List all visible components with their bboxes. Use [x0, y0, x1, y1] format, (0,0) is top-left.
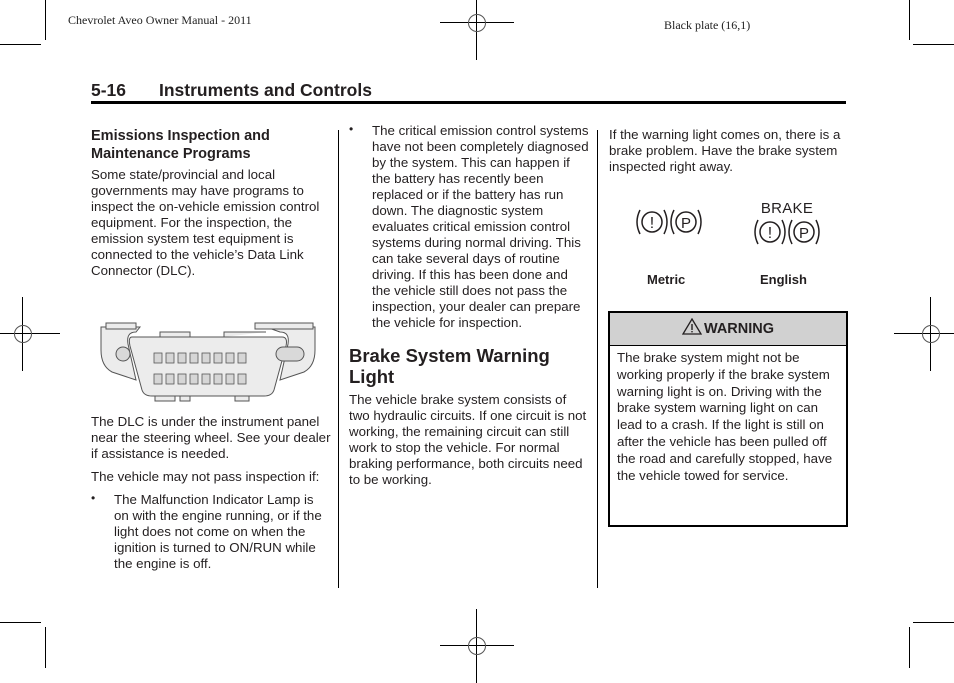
plate-label: Black plate (16,1) [664, 18, 751, 32]
bullet-text: The critical emission control systems ha… [372, 123, 589, 330]
crop-mark-bottom-left-v [45, 627, 46, 668]
english-caption: English [760, 272, 807, 287]
metric-caption: Metric [647, 272, 686, 287]
column-divider-1 [338, 130, 339, 588]
warning-body: The brake system might not be working pr… [617, 350, 833, 483]
dlc-location-text: The DLC is under the instrument panel ne… [91, 414, 331, 461]
section-name: Instruments and Controls [159, 80, 372, 100]
brake-system-body: The vehicle brake system consists of two… [349, 392, 587, 487]
registration-mark-bottom [440, 609, 514, 683]
column-1-lower: The DLC is under the instrument panel ne… [91, 414, 331, 572]
exclamation-glyph: ! [650, 215, 654, 232]
brake-word: BRAKE [760, 200, 814, 217]
emissions-heading: Emissions Inspection and Maintenance Pro… [91, 128, 270, 162]
brake-warning-metric-icon: ! P [636, 209, 702, 235]
dlc-connector-icon [100, 322, 316, 402]
english-brake-symbol: BRAKE ! P [752, 201, 822, 245]
crop-mark-bottom-right-h [913, 622, 954, 623]
column-divider-2 [597, 130, 598, 588]
crop-mark-top-left-h [0, 44, 41, 45]
section-title: 5-16 Instruments and Controls [91, 80, 372, 101]
page-number: 5-16 [91, 80, 127, 100]
crop-mark-bottom-right-v [909, 627, 910, 668]
bullet-text: The Malfunction Indicator Lamp is on wit… [114, 492, 322, 571]
crop-mark-top-right-h [913, 44, 954, 45]
emissions-intro: Some state/provincial and local governme… [91, 167, 320, 278]
warning-header: WARNING [610, 313, 846, 346]
registration-mark-top [440, 0, 514, 60]
may-not-pass-text: The vehicle may not pass inspection if: [91, 469, 320, 484]
dlc-connector-illustration [100, 322, 316, 402]
registration-mark-left [0, 297, 60, 371]
brake-warning-heading: Brake System Warning Light [349, 345, 550, 387]
brake-light-intro: If the warning light comes on, there is … [609, 127, 841, 174]
column-1: Emissions Inspection and Maintenance Pro… [91, 127, 331, 286]
bullet-icon: • [91, 491, 96, 505]
exclamation-glyph: ! [768, 225, 772, 242]
column-2: • The critical emission control systems … [349, 122, 589, 495]
manual-title: Chevrolet Aveo Owner Manual - 2011 [68, 13, 252, 27]
crop-mark-bottom-left-h [0, 622, 41, 623]
warning-box: WARNING The brake system might not be wo… [608, 311, 848, 527]
metric-brake-symbol: ! P [634, 205, 704, 239]
crop-mark-top-left-v [45, 0, 46, 40]
bullet-item: • The critical emission control systems … [349, 122, 589, 331]
brake-warning-english-icon: ! P [754, 219, 820, 245]
bullet-item: • The Malfunction Indicator Lamp is on w… [91, 491, 331, 572]
warning-triangle-icon [681, 317, 703, 335]
warning-title: WARNING [703, 321, 775, 337]
column-3: If the warning light comes on, there is … [609, 127, 849, 182]
section-rule [91, 101, 846, 104]
crop-mark-top-right-v [909, 0, 910, 40]
registration-mark-right [894, 297, 954, 371]
park-glyph: P [681, 215, 691, 232]
park-glyph: P [799, 225, 809, 242]
bullet-icon: • [349, 122, 354, 136]
